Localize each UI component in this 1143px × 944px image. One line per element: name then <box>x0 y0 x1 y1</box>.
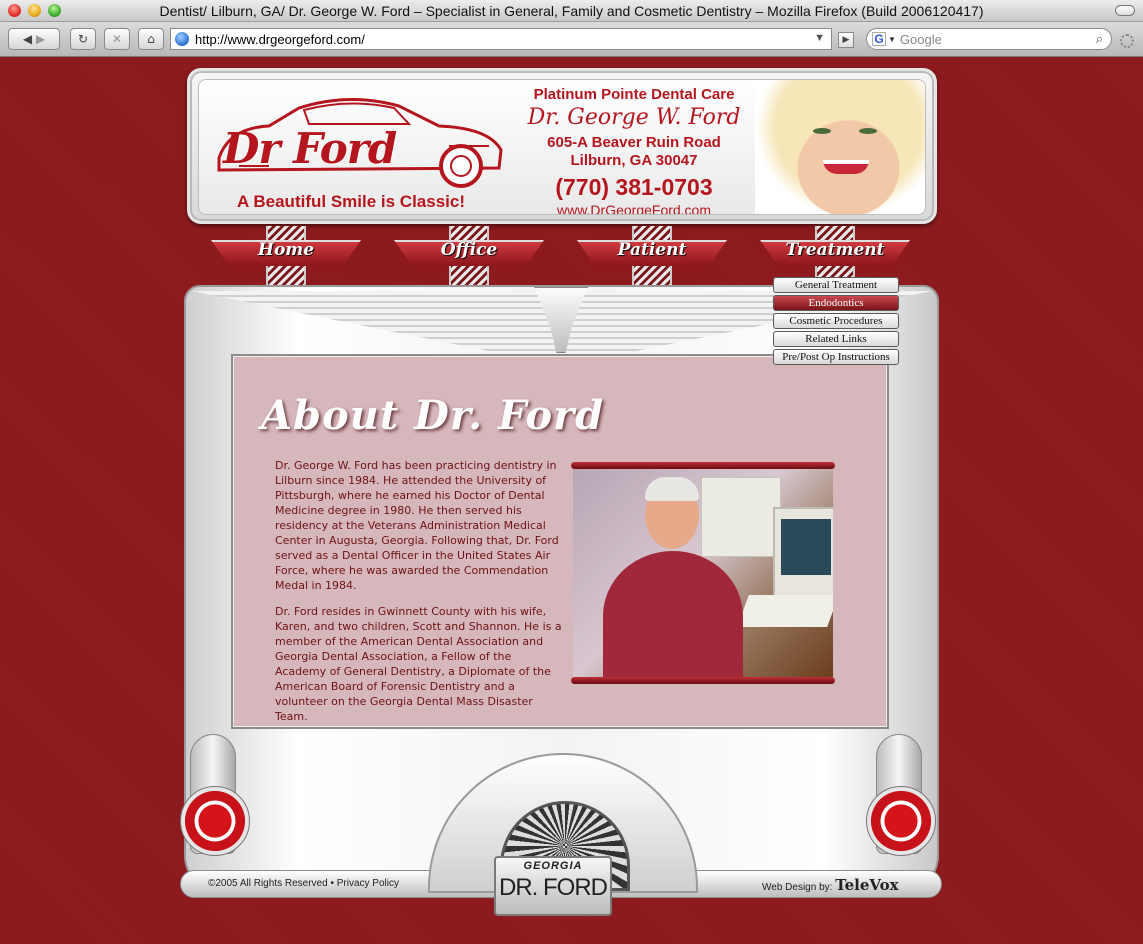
footer-separator: • <box>330 878 334 889</box>
treatment-submenu: General Treatment Endodontics Cosmetic P… <box>773 277 899 367</box>
window-titlebar: Dentist/ Lilburn, GA/ Dr. George W. Ford… <box>0 0 1143 22</box>
main-content: About Dr. Ford Dr. George W. Ford has be… <box>231 354 889 729</box>
dr-ford-logo[interactable]: Dr Ford <box>223 124 397 173</box>
model-smile <box>823 160 869 174</box>
submenu-related-links[interactable]: Related Links <box>773 331 899 347</box>
televox-logo[interactable]: TeleVox <box>835 876 898 894</box>
toolbar-toggle-button[interactable] <box>1115 5 1135 16</box>
phone-number: (770) 381-0703 <box>555 174 713 200</box>
practice-name: Platinum Pointe Dental Care <box>533 86 735 103</box>
address-line-1: 605-A Beaver Ruin Road <box>547 134 721 151</box>
model-eye-left <box>813 128 831 134</box>
nav-office[interactable]: Office <box>394 226 544 286</box>
photo-computer <box>701 477 781 557</box>
site-favicon-icon <box>175 32 189 46</box>
search-placeholder[interactable]: Google <box>900 32 942 47</box>
web-design-credit: Web Design by: TeleVox <box>762 876 899 894</box>
stop-icon: ✕ <box>111 32 123 46</box>
right-taillight-icon <box>866 734 940 874</box>
back-arrow-icon[interactable]: ◀ <box>23 32 32 46</box>
photo-shirt <box>603 551 743 677</box>
search-magnifier-icon[interactable]: ⌕ <box>1096 31 1103 47</box>
contact-block: Platinum Pointe Dental Care Dr. George W… <box>504 86 764 215</box>
credit-prefix: Web Design by: <box>762 882 833 893</box>
back-forward-buttons[interactable]: ◀ ▶ <box>8 28 60 50</box>
home-icon: ⌂ <box>147 32 155 46</box>
photo-monitor <box>773 507 833 597</box>
header-panel: Dr Ford A Beautiful Smile is Classic! Pl… <box>198 79 926 215</box>
nav-label[interactable]: Home <box>211 240 361 260</box>
tail-lamp <box>180 786 250 856</box>
left-taillight-icon <box>180 734 254 874</box>
model-eye-right <box>859 128 877 134</box>
photo-top-bar <box>571 462 835 469</box>
home-button[interactable]: ⌂ <box>138 28 164 50</box>
tagline: A Beautiful Smile is Classic! <box>237 192 465 211</box>
tail-lamp <box>866 786 936 856</box>
copyright-text: ©2005 All Rights Reserved <box>208 878 328 889</box>
submenu-pre-post-op[interactable]: Pre/Post Op Instructions <box>773 349 899 365</box>
photo-hair <box>645 477 699 501</box>
search-bar[interactable]: G ▼ Google ⌕ <box>866 28 1112 50</box>
bio-paragraph-1: Dr. George W. Ford has been practicing d… <box>275 459 559 592</box>
plate-tag: DR. FORD <box>499 874 608 901</box>
url-bar[interactable]: http://www.drgeorgeford.com/ ▼ <box>170 28 832 50</box>
search-engine-icon[interactable]: G <box>872 32 886 46</box>
nav-home[interactable]: Home <box>211 226 361 286</box>
privacy-policy-link[interactable]: Privacy Policy <box>337 878 399 889</box>
doctor-photo <box>573 469 833 677</box>
smiling-model-photo <box>755 80 925 214</box>
page-title: About Dr. Ford <box>261 392 605 439</box>
nav-label[interactable]: Office <box>394 240 544 260</box>
go-arrow-icon: ▶ <box>842 35 850 45</box>
reload-icon: ↻ <box>77 32 89 46</box>
url-dropdown-icon[interactable]: ▼ <box>814 32 825 44</box>
address-line-2: Lilburn, GA 30047 <box>570 152 698 169</box>
nav-label[interactable]: Patient <box>577 240 727 260</box>
submenu-cosmetic-procedures[interactable]: Cosmetic Procedures <box>773 313 899 329</box>
reload-button[interactable]: ↻ <box>70 28 96 50</box>
stop-button[interactable]: ✕ <box>104 28 130 50</box>
window-title: Dentist/ Lilburn, GA/ Dr. George W. Ford… <box>159 3 984 19</box>
url-text[interactable]: http://www.drgeorgeford.com/ <box>195 32 365 47</box>
bio-paragraph-2: Dr. Ford resides in Gwinnett County with… <box>275 605 562 723</box>
photo-keyboard <box>737 595 833 627</box>
submenu-general-treatment[interactable]: General Treatment <box>773 277 899 293</box>
website-url: www.DrGeorgeFord.com <box>556 202 712 215</box>
photo-bottom-bar <box>571 677 835 684</box>
browser-toolbar: ◀ ▶ ↻ ✕ ⌂ http://www.drgeorgeford.com/ ▼… <box>0 22 1143 57</box>
nav-patient[interactable]: Patient <box>577 226 727 286</box>
doctor-name: Dr. George W. Ford <box>527 105 741 130</box>
nav-label[interactable]: Treatment <box>760 240 910 260</box>
loading-throbber-icon <box>1120 34 1134 48</box>
page-body: Dr Ford A Beautiful Smile is Classic! Pl… <box>0 58 1143 944</box>
copyright-line: ©2005 All Rights Reserved • Privacy Poli… <box>208 878 399 889</box>
search-engine-dropdown-icon[interactable]: ▼ <box>888 35 896 44</box>
go-button[interactable]: ▶ <box>838 32 854 48</box>
site-header: Dr Ford A Beautiful Smile is Classic! Pl… <box>187 68 937 224</box>
license-plate: GEORGIA DR. FORD <box>494 856 612 916</box>
bio-text: Dr. George W. Ford has been practicing d… <box>275 458 565 735</box>
plate-state: GEORGIA <box>523 860 583 872</box>
submenu-endodontics[interactable]: Endodontics <box>773 295 899 311</box>
doctor-photo-frame <box>571 462 835 684</box>
forward-arrow-icon[interactable]: ▶ <box>36 32 45 46</box>
